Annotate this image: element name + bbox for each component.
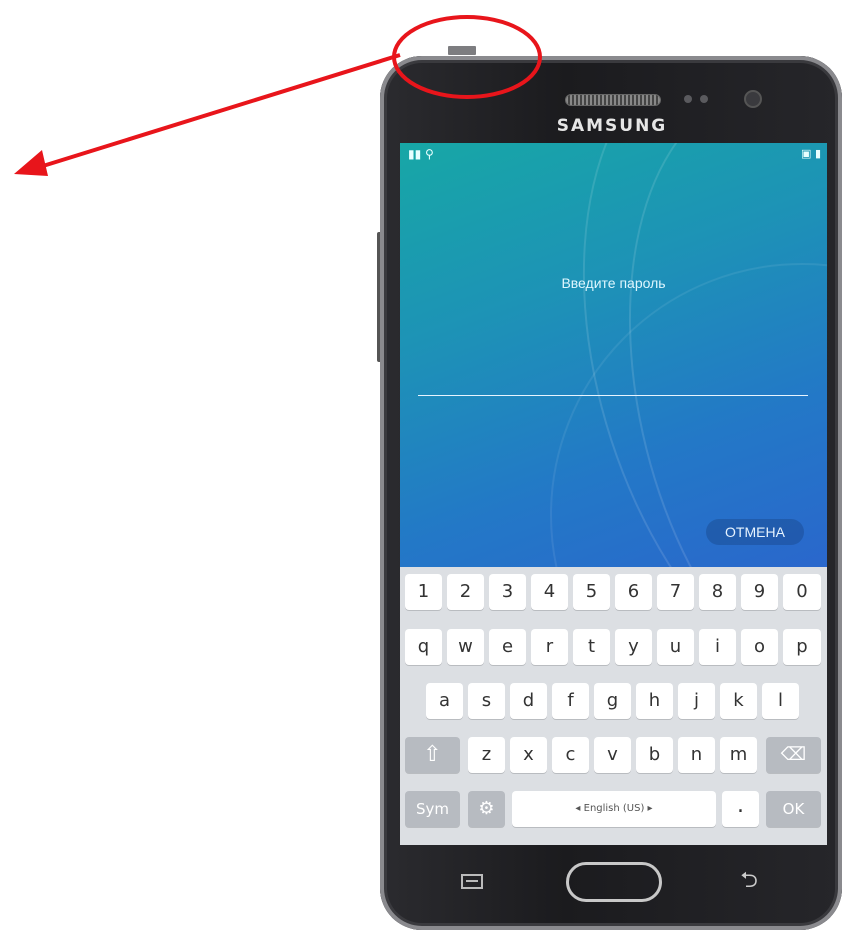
keyboard: 1 2 3 4 5 6 7 8 9 0 q w e r t y u i o p … [400, 567, 827, 845]
ok-key[interactable]: OK [766, 791, 821, 827]
key-b[interactable]: b [636, 737, 673, 773]
key-q[interactable]: q [405, 629, 442, 665]
key-z[interactable]: z [468, 737, 505, 773]
key-h[interactable]: h [636, 683, 673, 719]
space-key[interactable]: ◂ English (US) ▸ [512, 791, 716, 827]
lock-screen: ▮▮ ⚲ ▣ ▮ Введите пароль ОТМЕНА [400, 143, 827, 567]
period-key[interactable]: . [722, 791, 759, 827]
home-button[interactable] [566, 862, 662, 902]
key-o[interactable]: o [741, 629, 778, 665]
key-a[interactable]: a [426, 683, 463, 719]
key-c[interactable]: c [552, 737, 589, 773]
key-k[interactable]: k [720, 683, 757, 719]
key-g[interactable]: g [594, 683, 631, 719]
key-8[interactable]: 8 [699, 574, 736, 610]
key-4[interactable]: 4 [531, 574, 568, 610]
key-6[interactable]: 6 [615, 574, 652, 610]
key-5[interactable]: 5 [573, 574, 610, 610]
shift-key[interactable]: ⇧ [405, 737, 460, 773]
key-0[interactable]: 0 [783, 574, 821, 610]
key-j[interactable]: j [678, 683, 715, 719]
key-n[interactable]: n [678, 737, 715, 773]
gear-icon: ⚙ [478, 798, 495, 819]
key-v[interactable]: v [594, 737, 631, 773]
key-t[interactable]: t [573, 629, 610, 665]
key-2[interactable]: 2 [447, 574, 484, 610]
light-sensor [700, 95, 708, 103]
cancel-button[interactable]: ОТМЕНА [706, 519, 804, 545]
front-camera-icon [744, 90, 762, 108]
brand-logo: SAMSUNG [556, 116, 668, 136]
key-p[interactable]: p [783, 629, 821, 665]
proximity-sensor [684, 95, 692, 103]
signal-icon: ▮▮ [408, 147, 422, 161]
key-1[interactable]: 1 [405, 574, 442, 610]
key-s[interactable]: s [468, 683, 505, 719]
earpiece-speaker [565, 94, 661, 106]
back-icon[interactable]: ⮌ [735, 869, 763, 893]
screen: ▮▮ ⚲ ▣ ▮ Введите пароль ОТМЕНА 1 2 3 4 5… [400, 143, 827, 845]
pointer-arrow [29, 53, 401, 172]
key-r[interactable]: r [531, 629, 568, 665]
power-button[interactable] [448, 46, 476, 55]
arrow-head-icon [14, 150, 48, 176]
sym-key[interactable]: Sym [405, 791, 460, 827]
key-9[interactable]: 9 [741, 574, 778, 610]
key-w[interactable]: w [447, 629, 484, 665]
settings-key[interactable]: ⚙ [468, 791, 505, 827]
gallery-icon: ▣ [801, 147, 812, 160]
key-x[interactable]: x [510, 737, 547, 773]
key-i[interactable]: i [699, 629, 736, 665]
key-7[interactable]: 7 [657, 574, 694, 610]
key-d[interactable]: d [510, 683, 547, 719]
key-m[interactable]: m [720, 737, 757, 773]
wifi-icon: ⚲ [425, 147, 434, 161]
password-field[interactable] [418, 395, 808, 396]
status-icons-right: ▣ ▮ [801, 147, 821, 160]
key-f[interactable]: f [552, 683, 589, 719]
key-e[interactable]: e [489, 629, 526, 665]
battery-icon: ▮ [814, 147, 821, 160]
key-u[interactable]: u [657, 629, 694, 665]
recent-apps-icon[interactable] [461, 874, 483, 889]
key-y[interactable]: y [615, 629, 652, 665]
key-l[interactable]: l [762, 683, 799, 719]
status-icons-left: ▮▮ ⚲ [408, 147, 434, 161]
backspace-key[interactable]: ⌫ [766, 737, 821, 773]
key-3[interactable]: 3 [489, 574, 526, 610]
password-prompt: Введите пароль [561, 275, 666, 291]
